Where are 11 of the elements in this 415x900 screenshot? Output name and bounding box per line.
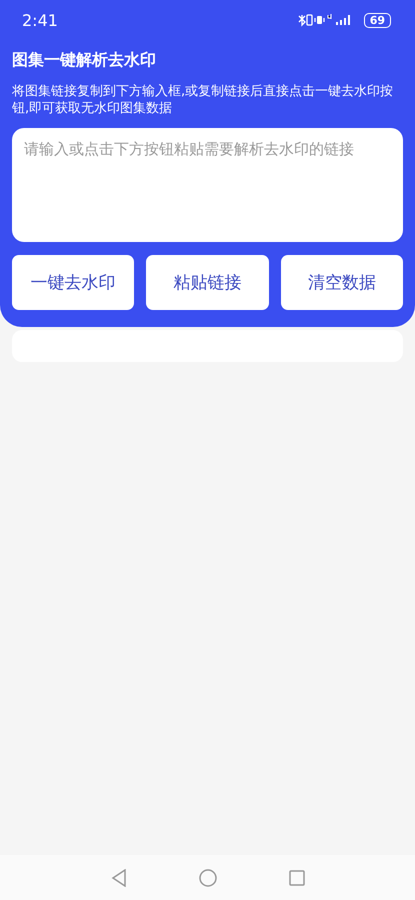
home-icon[interactable] — [198, 868, 216, 886]
action-button[interactable]: 清空数据 — [280, 255, 403, 310]
back-icon[interactable] — [110, 868, 126, 886]
description-text: 将图集链接复制到下方输入框,或复制链接后直接点击一键去水印按钮,即可获取无水印图集数据 — [12, 83, 394, 117]
recents-icon[interactable] — [288, 870, 304, 886]
status-time: 2:41 — [22, 10, 58, 30]
link-input-field[interactable]: 请输入或点击下方按钮粘贴需要解析去水印的链接 — [12, 128, 403, 242]
page-title: 图集一键解析去水印 — [12, 50, 157, 71]
battery-indicator: 69 — [364, 12, 391, 28]
action-button[interactable]: 粘贴链接 — [146, 255, 269, 310]
action-button[interactable]: 一键去水印 — [12, 255, 134, 310]
